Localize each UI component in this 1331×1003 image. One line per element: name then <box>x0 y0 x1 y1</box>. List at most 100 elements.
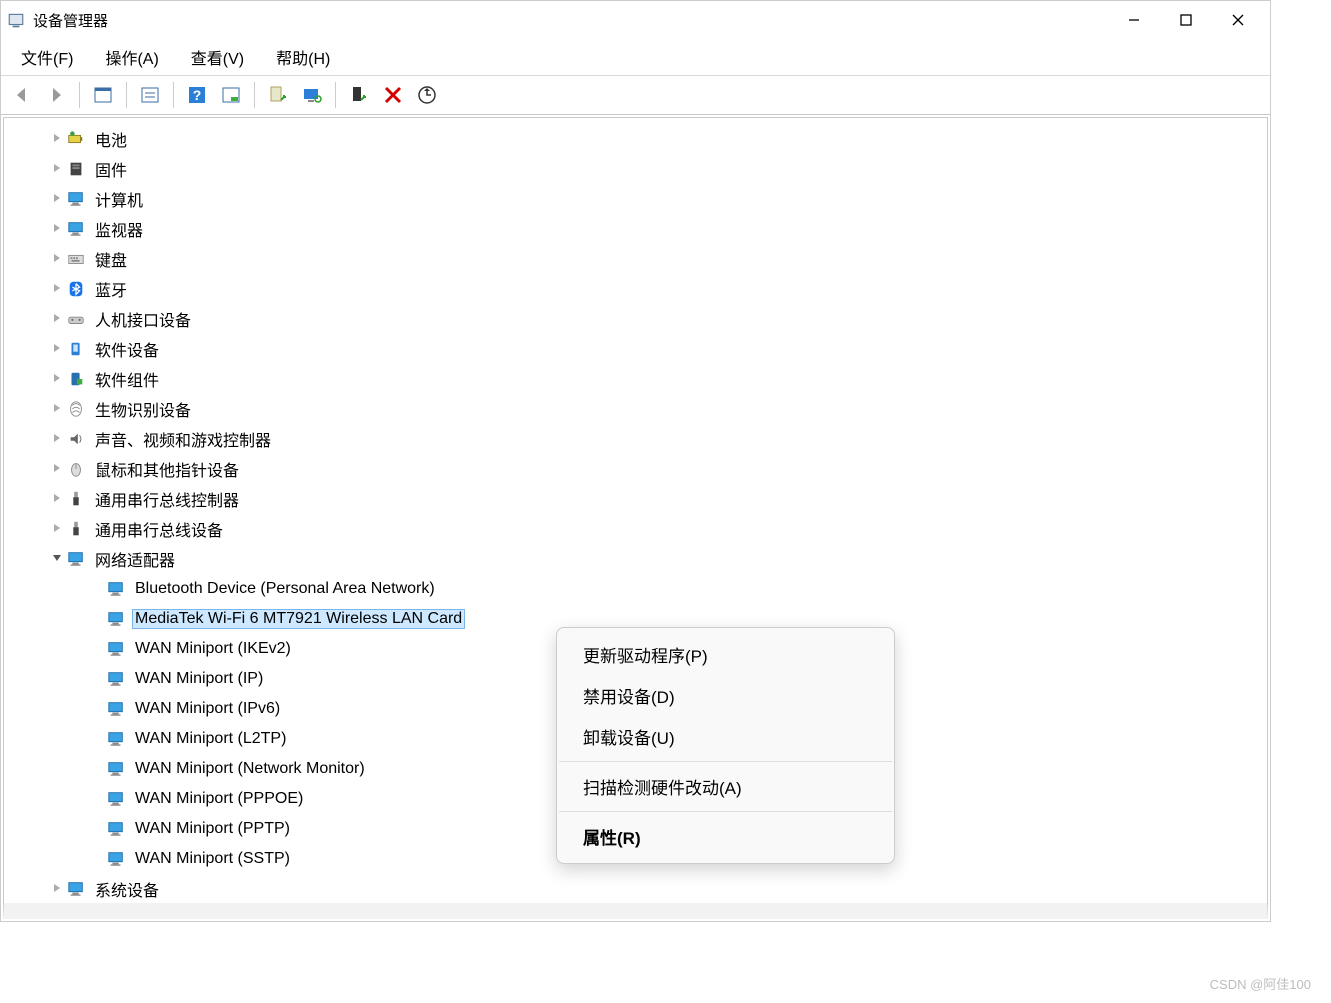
toolbar-separator <box>335 82 336 108</box>
battery-icon <box>66 129 86 149</box>
toolbar-separator <box>79 82 80 108</box>
expander-icon[interactable] <box>48 462 66 476</box>
properties-button[interactable] <box>135 80 165 110</box>
maximize-button[interactable] <box>1160 1 1212 39</box>
usb-icon <box>66 519 86 539</box>
expander-icon[interactable] <box>48 192 66 206</box>
scan-hardware-button[interactable] <box>297 80 327 110</box>
expander-icon[interactable] <box>48 402 66 416</box>
tree-category[interactable]: 键盘 <box>4 244 1267 274</box>
system-device-icon <box>66 879 86 899</box>
tree-category[interactable]: 通用串行总线设备 <box>4 514 1267 544</box>
tree-node-label: WAN Miniport (L2TP) <box>132 729 289 749</box>
show-hidden-button[interactable] <box>88 80 118 110</box>
ctx-separator <box>559 811 892 812</box>
expander-icon[interactable] <box>48 432 66 446</box>
menu-help[interactable]: 帮助(H) <box>260 41 346 73</box>
back-button[interactable] <box>7 80 37 110</box>
tree-category[interactable]: 电池 <box>4 124 1267 154</box>
expander-icon[interactable] <box>48 222 66 236</box>
tree-node-label: WAN Miniport (PPTP) <box>132 819 293 839</box>
tree-node-label: 键盘 <box>92 246 130 272</box>
network-adapter-icon <box>106 849 126 869</box>
expander-icon[interactable] <box>48 342 66 356</box>
close-button[interactable] <box>1212 1 1264 39</box>
computer-icon <box>66 189 86 209</box>
network-adapter-icon <box>106 609 126 629</box>
tree-node-label: 通用串行总线设备 <box>92 516 226 542</box>
tree-node-label: WAN Miniport (Network Monitor) <box>132 759 368 779</box>
network-adapter-icon <box>106 639 126 659</box>
tree-category[interactable]: 鼠标和其他指针设备 <box>4 454 1267 484</box>
network-adapter-icon <box>66 549 86 569</box>
tree-category-network[interactable]: 网络适配器 <box>4 544 1267 574</box>
window-title: 设备管理器 <box>33 10 108 31</box>
expander-icon[interactable] <box>48 372 66 386</box>
refresh-button[interactable] <box>412 80 442 110</box>
expander-icon[interactable] <box>48 522 66 536</box>
device-manager-window: 设备管理器 文件(F) 操作(A) 查看(V) 帮助(H) ? 电池固件计算机监 <box>0 0 1271 922</box>
expander-icon[interactable] <box>48 282 66 296</box>
tree-category[interactable]: 蓝牙 <box>4 274 1267 304</box>
expander-icon[interactable] <box>48 492 66 506</box>
expander-icon[interactable] <box>48 132 66 146</box>
titlebar: 设备管理器 <box>1 1 1270 39</box>
menu-file[interactable]: 文件(F) <box>5 41 89 73</box>
tree-category[interactable]: 软件设备 <box>4 334 1267 364</box>
tree-node-label: 鼠标和其他指针设备 <box>92 456 242 482</box>
tree-category[interactable]: 软件组件 <box>4 364 1267 394</box>
app-icon <box>7 11 25 29</box>
tree-category[interactable]: 生物识别设备 <box>4 394 1267 424</box>
forward-button[interactable] <box>41 80 71 110</box>
menu-action[interactable]: 操作(A) <box>89 41 174 73</box>
ctx-properties[interactable]: 属性(R) <box>557 816 894 857</box>
ctx-update-driver[interactable]: 更新驱动程序(P) <box>557 634 894 675</box>
tree-category[interactable]: 声音、视频和游戏控制器 <box>4 424 1267 454</box>
network-adapter-icon <box>106 729 126 749</box>
software-component-icon <box>66 369 86 389</box>
tree-category[interactable]: 人机接口设备 <box>4 304 1267 334</box>
monitor-icon <box>66 219 86 239</box>
tree-node-label: 计算机 <box>92 186 146 212</box>
update-driver-button[interactable] <box>263 80 293 110</box>
expander-icon[interactable] <box>48 882 66 896</box>
tree-category[interactable]: 监视器 <box>4 214 1267 244</box>
view-button[interactable] <box>216 80 246 110</box>
tree-node-label: WAN Miniport (PPPOE) <box>132 789 306 809</box>
ctx-uninstall-device[interactable]: 卸载设备(U) <box>557 716 894 757</box>
mouse-icon <box>66 459 86 479</box>
biometric-icon <box>66 399 86 419</box>
tree-node-label: 软件设备 <box>92 336 162 362</box>
watermark: CSDN @阿佳100 <box>1210 974 1311 993</box>
enable-device-button[interactable] <box>344 80 374 110</box>
network-adapter-icon <box>106 699 126 719</box>
tree-category[interactable]: 通用串行总线控制器 <box>4 484 1267 514</box>
help-button[interactable]: ? <box>182 80 212 110</box>
tree-node-label: 蓝牙 <box>92 276 130 302</box>
firmware-icon <box>66 159 86 179</box>
tree-node-label: 通用串行总线控制器 <box>92 486 242 512</box>
tree-node-label: 人机接口设备 <box>92 306 194 332</box>
menu-view[interactable]: 查看(V) <box>175 41 260 73</box>
ctx-scan-hardware[interactable]: 扫描检测硬件改动(A) <box>557 766 894 807</box>
ctx-separator <box>559 761 892 762</box>
tree-node-label: WAN Miniport (IP) <box>132 669 266 689</box>
network-adapter-icon <box>106 579 126 599</box>
expander-icon[interactable] <box>48 162 66 176</box>
expander-icon[interactable] <box>48 252 66 266</box>
ctx-disable-device[interactable]: 禁用设备(D) <box>557 675 894 716</box>
bluetooth-icon <box>66 279 86 299</box>
tree-node-label: WAN Miniport (IKEv2) <box>132 639 294 659</box>
tree-device[interactable]: Bluetooth Device (Personal Area Network) <box>4 574 1267 604</box>
tree-category[interactable]: 系统设备 <box>4 874 1267 904</box>
tree-category[interactable]: 固件 <box>4 154 1267 184</box>
expander-icon[interactable] <box>48 552 66 566</box>
tree-category[interactable]: 计算机 <box>4 184 1267 214</box>
context-menu: 更新驱动程序(P) 禁用设备(D) 卸载设备(U) 扫描检测硬件改动(A) 属性… <box>556 627 895 864</box>
tree-node-label: MediaTek Wi-Fi 6 MT7921 Wireless LAN Car… <box>132 609 465 629</box>
hid-icon <box>66 309 86 329</box>
uninstall-device-button[interactable] <box>378 80 408 110</box>
minimize-button[interactable] <box>1108 1 1160 39</box>
tree-node-label: 网络适配器 <box>92 546 178 572</box>
expander-icon[interactable] <box>48 312 66 326</box>
